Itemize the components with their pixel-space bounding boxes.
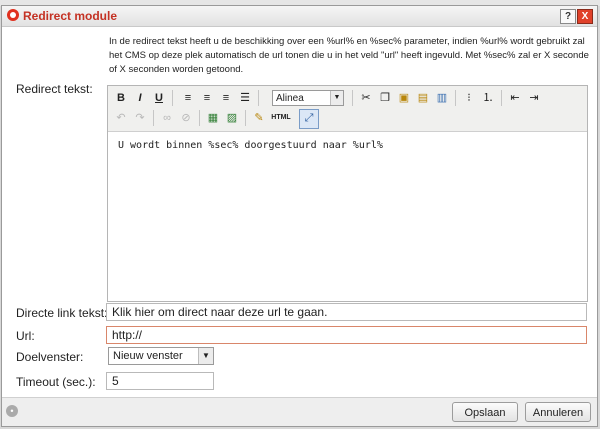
chevron-down-icon: ▼ [198,348,213,364]
toolbar-separator [245,110,246,126]
redo-icon[interactable]: ↷ [132,110,148,126]
outdent-icon[interactable]: ⇤ [507,90,523,106]
cut-icon[interactable]: ✂ [358,90,374,106]
url-label: Url: [16,329,35,343]
align-center-icon[interactable]: ≡ [199,90,215,106]
align-right-icon[interactable]: ≡ [218,90,234,106]
help-button[interactable]: ? [560,9,576,24]
toolbar-separator [258,90,259,106]
doelvenster-select[interactable]: Nieuw venster ▼ [108,347,214,365]
paste-word-icon[interactable]: ▥ [434,90,450,106]
numbered-list-icon[interactable]: ⒈ [480,90,496,106]
dialog-footer: • Opslaan Annuleren [2,397,597,426]
close-button[interactable]: X [577,9,593,24]
doelvenster-label: Doelvenster: [16,350,84,364]
align-left-icon[interactable]: ≡ [180,90,196,106]
redirect-tekst-label: Redirect tekst: [16,82,93,96]
module-icon [7,9,19,21]
toolbar-separator [199,110,200,126]
toolbar-separator [352,90,353,106]
directe-link-input[interactable]: Klik hier om direct naar deze url te gaa… [106,303,587,321]
unlink-icon[interactable]: ⊘ [178,110,194,126]
timeout-label: Timeout (sec.): [16,375,96,389]
toolbar-separator [172,90,173,106]
paste-icon[interactable]: ▣ [396,90,412,106]
bullet-list-icon[interactable]: ⁝ [461,90,477,106]
media-icon[interactable]: ▦ [205,110,221,126]
toolbar-separator [501,90,502,106]
fullscreen-icon[interactable]: ⤢ [299,109,319,129]
link-icon[interactable]: ∞ [159,110,175,126]
rich-text-editor: B I U ≡ ≡ ≡ ☰ Alinea ▼ ✂ ❐ ▣ ▤ ▥ ⁝ ⒈ ⇤ ⇥ [107,85,588,302]
toolbar-separator [455,90,456,106]
toolbar-separator [153,110,154,126]
timeout-input[interactable]: 5 [106,372,214,390]
editor-toolbar: B I U ≡ ≡ ≡ ☰ Alinea ▼ ✂ ❐ ▣ ▤ ▥ ⁝ ⒈ ⇤ ⇥ [108,86,587,132]
indent-icon[interactable]: ⇥ [526,90,542,106]
image-icon[interactable]: ▨ [224,110,240,126]
redirect-module-dialog: Redirect module ? X In de redirect tekst… [1,5,598,427]
dialog-titlebar[interactable]: Redirect module ? X [2,6,597,27]
resize-icon: • [6,405,18,417]
intro-text: In de redirect tekst heeft u de beschikk… [109,36,589,75]
url-input[interactable]: http:// [106,326,587,344]
save-button[interactable]: Opslaan [452,402,518,422]
copy-icon[interactable]: ❐ [377,90,393,106]
bold-button[interactable]: B [113,90,129,106]
italic-button[interactable]: I [132,90,148,106]
editor-content[interactable]: U wordt binnen %sec% doorgestuurd naar %… [118,140,383,151]
format-select-value: Alinea [276,93,304,104]
paste-text-icon[interactable]: ▤ [415,90,431,106]
doelvenster-select-value: Nieuw venster [113,350,183,362]
align-justify-icon[interactable]: ☰ [237,90,253,106]
html-source-button[interactable]: HTML [269,110,293,126]
undo-icon[interactable]: ↶ [113,110,129,126]
underline-button[interactable]: U [151,90,167,106]
format-select[interactable]: Alinea ▼ [272,90,344,106]
chevron-down-icon: ▼ [330,91,343,105]
directe-link-label: Directe link tekst: [16,306,108,320]
cleanup-icon[interactable]: ✎ [251,110,267,126]
cancel-button[interactable]: Annuleren [525,402,591,422]
dialog-title: Redirect module [23,9,118,23]
